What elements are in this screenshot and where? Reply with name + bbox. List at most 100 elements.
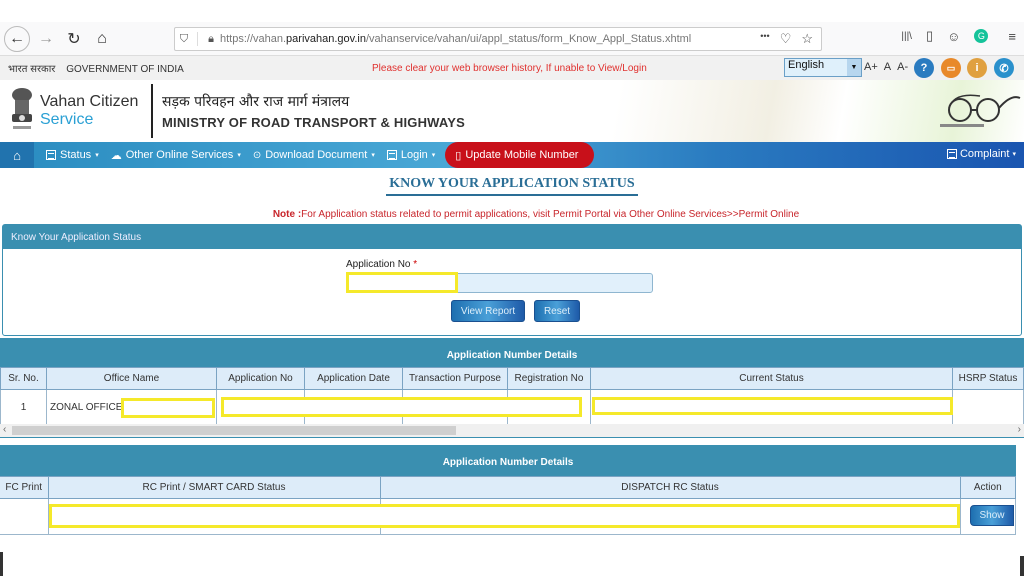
menu-login[interactable]: Login ▾ — [386, 149, 435, 161]
scrollbar-thumb[interactable] — [12, 426, 456, 435]
gov-hindi: भारत सरकार — [8, 64, 56, 75]
scroll-right-icon[interactable]: › — [1018, 424, 1021, 435]
note-label: Note : — [272, 209, 302, 220]
page-title-text: KNOW YOUR APPLICATION STATUS — [386, 176, 638, 196]
national-emblem-icon — [12, 88, 32, 129]
language-select[interactable]: English ▼ — [784, 58, 862, 77]
redacted-office-name — [121, 398, 215, 418]
col-sr-no: Sr. No. — [0, 367, 47, 390]
ministry-hindi: सड़क परिवहन और राज मार्ग मंत्रालय — [162, 94, 350, 110]
menu-download-document[interactable]: ⊙ Download Document ▾ — [253, 149, 375, 161]
cell-sr-no: 1 — [0, 389, 47, 426]
swachh-bharat-logo-icon — [940, 94, 1021, 127]
url-text[interactable]: https://vahan.parivahan.gov.in/vahanserv… — [220, 33, 691, 45]
caret-down-icon: ▾ — [95, 152, 99, 159]
download-icon: ⊙ — [252, 149, 262, 161]
redacted-application-no — [346, 272, 458, 293]
col-dispatch-rc-status: DISPATCH RC Status — [379, 476, 961, 499]
ministry-title: सड़क परिवहन और राज मार्ग मंत्रालय MINIST… — [162, 92, 465, 130]
menu-login-label: Login — [400, 149, 428, 161]
more-icon[interactable]: ••• — [760, 31, 769, 47]
table-header-row: FC Print RC Print / SMART CARD Status DI… — [0, 476, 1016, 499]
show-button[interactable]: Show — [970, 505, 1014, 526]
col-current-status: Current Status — [590, 367, 953, 390]
menu-complaint-label: Complaint — [959, 148, 1010, 160]
browser-toolbar: ← → ↻ ⌂ ⛉ 🔒︎ https://vahan.parivahan.gov… — [0, 22, 1024, 56]
col-application-no: Application No — [216, 367, 305, 390]
scroll-left-icon[interactable]: ‹ — [3, 424, 6, 435]
phone-icon[interactable]: ✆ — [994, 58, 1014, 78]
col-hsrp-status: HSRP Status — [952, 367, 1024, 390]
pocket-icon[interactable]: ♡ — [780, 31, 792, 47]
address-bar[interactable]: ⛉ 🔒︎ https://vahan.parivahan.gov.in/vaha… — [174, 27, 822, 51]
bookmark-star-icon[interactable]: ☆ — [801, 31, 813, 47]
list-icon — [386, 150, 397, 160]
reload-icon: ↻ — [67, 30, 81, 48]
shield-icon[interactable]: ⛉ — [175, 33, 193, 46]
font-decrease-button[interactable]: A- — [897, 61, 908, 73]
lock-icon[interactable]: 🔒︎ — [202, 33, 220, 46]
rc-details-table: Application Number Details FC Print RC P… — [0, 445, 1016, 537]
font-increase-button[interactable]: A+ — [864, 61, 878, 73]
redacted-current-status — [592, 397, 953, 415]
grammarly-icon[interactable]: G — [974, 29, 989, 43]
menu-home-button[interactable]: ⌂ — [0, 142, 34, 168]
sidebar-icon[interactable]: ▯ — [926, 28, 933, 44]
redacted-application-fields — [221, 397, 582, 417]
view-report-button[interactable]: View Report — [451, 300, 525, 322]
forward-icon: → — [38, 29, 54, 47]
know-status-panel: Know Your Application Status Application… — [2, 224, 1022, 336]
col-action: Action — [959, 476, 1016, 499]
account-icon[interactable]: ☺ — [947, 29, 960, 44]
window-top-edge — [0, 0, 1024, 22]
permit-note: Note :For Application status related to … — [0, 209, 1024, 220]
forward-button[interactable]: → — [34, 27, 58, 51]
chevron-down-icon[interactable]: ▼ — [847, 59, 861, 76]
back-icon: ← — [9, 29, 25, 47]
cell-hsrp-status — [952, 389, 1024, 426]
caret-down-icon: ▾ — [371, 152, 375, 159]
back-button[interactable]: ← — [4, 25, 30, 52]
menu-status[interactable]: Status ▾ — [46, 149, 99, 161]
col-transaction-purpose: Transaction Purpose — [402, 367, 508, 390]
col-rc-print-status: RC Print / SMART CARD Status — [47, 476, 381, 499]
horizontal-scrollbar[interactable]: ‹ › — [0, 424, 1024, 437]
caret-down-icon: ▾ — [237, 152, 241, 159]
col-registration-no: Registration No — [507, 367, 591, 390]
application-no-label: Application No * — [346, 259, 418, 270]
menu-complaint[interactable]: Complaint ▾ — [946, 148, 1016, 160]
info-icon[interactable]: i — [967, 58, 987, 78]
window-edge — [1020, 556, 1024, 576]
brand-title[interactable]: Vahan Citizen Service — [40, 93, 138, 129]
manual-icon[interactable]: ▭ — [941, 58, 961, 78]
update-mobile-label: Update Mobile Number — [465, 149, 579, 161]
application-details-table: Application Number Details Sr. No. Offic… — [0, 338, 1024, 438]
site-header: Vahan Citizen Service सड़क परिवहन और राज… — [0, 80, 1024, 142]
browser-home-button[interactable]: ⌂ — [90, 27, 114, 51]
language-selected: English — [788, 59, 825, 71]
home-icon: ⌂ — [13, 147, 21, 163]
reload-button[interactable]: ↻ — [62, 27, 86, 51]
government-bar: भारत सरकार GOVERNMENT OF INDIA Please cl… — [0, 56, 1024, 80]
note-text: For Application status related to permit… — [301, 209, 800, 220]
browser-history-message: Please clear your web browser history, I… — [372, 62, 647, 74]
header-divider — [151, 84, 153, 138]
help-icon[interactable]: ? — [914, 58, 934, 78]
update-mobile-number-button[interactable]: ▯ Update Mobile Number — [445, 142, 595, 168]
menu-icon[interactable]: ≡ — [1008, 29, 1016, 44]
table-caption: Application Number Details — [1, 339, 1023, 367]
reset-button[interactable]: Reset — [534, 300, 580, 322]
col-fc-print: FC Print — [0, 476, 49, 499]
menu-other-online-services[interactable]: ☁ Other Online Services ▾ — [111, 149, 241, 162]
font-size-controls: A+ A A- — [864, 61, 908, 73]
font-normal-button[interactable]: A — [884, 61, 891, 73]
list-icon — [946, 149, 957, 159]
toolbar-right: |||\ ▯ ☺ G ≡ — [901, 28, 1016, 44]
menu-download-label: Download Document — [265, 149, 368, 161]
gov-english: GOVERNMENT OF INDIA — [66, 64, 184, 75]
library-icon[interactable]: |||\ — [901, 31, 912, 42]
mobile-phone-icon: ▯ — [455, 149, 462, 162]
redacted-rc-status — [49, 504, 960, 528]
home-icon: ⌂ — [97, 29, 107, 47]
menu-status-label: Status — [60, 149, 92, 161]
